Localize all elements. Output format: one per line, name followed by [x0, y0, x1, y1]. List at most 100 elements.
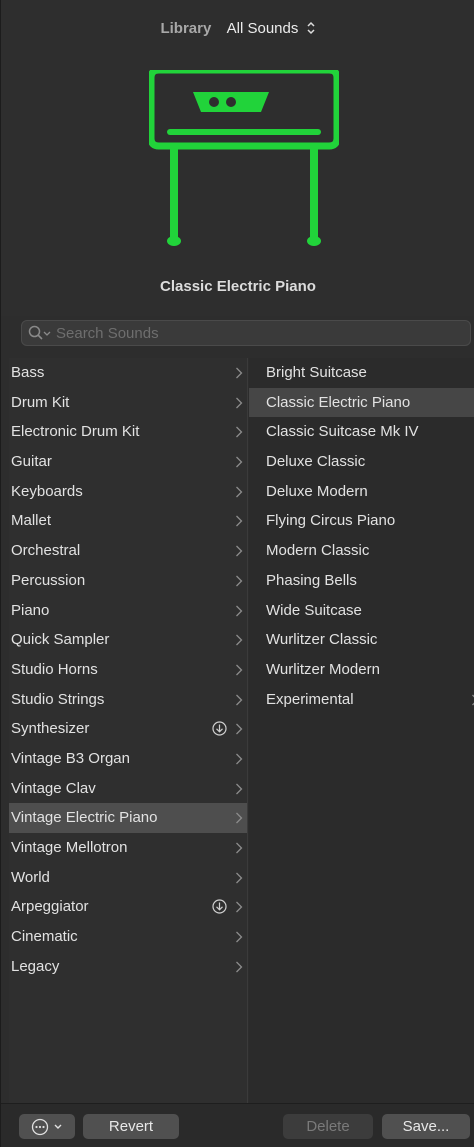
patch-label: Wide Suitcase — [266, 601, 362, 619]
category-item[interactable]: Studio Strings — [9, 685, 247, 715]
patch-item[interactable]: Classic Electric Piano — [249, 387, 474, 418]
category-column: Bass Drum Kit Electronic Drum Kit Guitar Key… — [9, 358, 248, 1103]
chevron-right-icon — [236, 545, 243, 557]
library-header: Library All Sounds Classic Electric Pian… — [1, 0, 474, 316]
chevron-down-icon — [54, 1124, 62, 1130]
patch-item[interactable]: Flying Circus Piano — [249, 506, 474, 536]
chevron-right-icon — [236, 812, 243, 824]
patch-label: Experimental — [266, 690, 354, 708]
category-label: Electronic Drum Kit — [11, 423, 140, 441]
current-patch-name: Classic Electric Piano — [160, 278, 316, 295]
category-item[interactable]: Bass — [9, 358, 247, 388]
chevron-right-icon — [236, 605, 243, 616]
category-item[interactable]: Vintage Electric Piano — [9, 803, 247, 833]
chevron-right-icon — [236, 723, 243, 735]
chevron-right-icon — [236, 515, 243, 527]
patch-label: Deluxe Classic — [266, 453, 366, 471]
save-button[interactable]: Save... — [382, 1114, 470, 1139]
patch-label: Wurlitzer Modern — [266, 660, 380, 678]
sound-browser: Bass Drum Kit Electronic Drum Kit Guitar Key… — [9, 358, 474, 1103]
patch-item[interactable]: Classic Suitcase Mk IV — [249, 417, 474, 447]
patch-column: Bright Suitcase Classic Electric Piano Cla… — [249, 358, 474, 1103]
download-icon[interactable] — [212, 721, 227, 736]
category-item[interactable]: Keyboards — [9, 477, 247, 507]
category-item[interactable]: Arpeggiator — [9, 892, 247, 922]
category-item[interactable]: Mallet — [9, 506, 247, 536]
chevron-right-icon — [236, 931, 243, 943]
library-popup[interactable]: All Sounds — [227, 20, 316, 37]
category-item[interactable]: World — [9, 863, 247, 893]
category-item[interactable]: Electronic Drum Kit — [9, 417, 247, 447]
chevron-right-icon — [236, 753, 243, 765]
category-item[interactable]: Synthesizer — [9, 714, 247, 744]
patch-item[interactable]: Phasing Bells — [249, 566, 474, 596]
category-item[interactable]: Studio Horns — [9, 655, 247, 685]
category-label: World — [11, 868, 50, 886]
up-down-chevron-icon — [307, 21, 315, 35]
search-input[interactable] — [56, 324, 436, 342]
patch-label: Phasing Bells — [266, 571, 357, 589]
patch-label: Bright Suitcase — [266, 364, 367, 381]
patch-label: Classic Suitcase Mk IV — [266, 423, 419, 441]
category-label: Guitar — [11, 453, 52, 471]
chevron-right-icon — [236, 426, 243, 438]
chevron-right-icon — [236, 397, 243, 409]
chevron-right-icon — [236, 575, 243, 587]
patch-item[interactable]: Bright Suitcase — [249, 358, 474, 388]
ellipsis-circle-icon — [31, 1118, 49, 1136]
category-item[interactable]: Guitar — [9, 447, 247, 477]
chevron-right-icon — [236, 486, 243, 498]
patch-label: Classic Electric Piano — [266, 393, 411, 411]
revert-button[interactable]: Revert — [83, 1114, 179, 1139]
category-label: Studio Horns — [11, 660, 98, 678]
chevron-right-icon — [236, 456, 243, 468]
category-label: Vintage Mellotron — [11, 839, 128, 856]
search-field[interactable] — [21, 320, 471, 346]
delete-button[interactable]: Delete — [283, 1114, 373, 1139]
category-item[interactable]: Vintage Mellotron — [9, 833, 247, 863]
chevron-right-icon — [236, 634, 243, 646]
category-label: Piano — [11, 601, 50, 619]
patch-item[interactable]: Wurlitzer Modern — [249, 655, 474, 685]
patch-item[interactable]: Modern Classic — [249, 536, 474, 566]
category-label: Arpeggiator — [11, 898, 89, 916]
category-label: Vintage Clav — [11, 779, 96, 797]
patch-item[interactable]: Deluxe Modern — [249, 477, 474, 507]
chevron-right-icon — [236, 961, 243, 973]
category-label: Studio Strings — [11, 690, 105, 708]
category-label: Bass — [11, 364, 45, 381]
category-item[interactable]: Piano — [9, 596, 247, 626]
library-panel: Library All Sounds Classic Electric Pian… — [0, 0, 474, 1147]
category-label: Legacy — [11, 957, 60, 975]
category-item[interactable]: Vintage Clav — [9, 774, 247, 804]
patch-folder-item[interactable]: Experimental — [249, 685, 474, 715]
patch-item[interactable]: Wurlitzer Classic — [249, 625, 474, 655]
chevron-right-icon — [236, 694, 243, 706]
library-label: Library — [160, 20, 212, 37]
patch-item[interactable]: Wide Suitcase — [249, 596, 474, 626]
category-label: Orchestral — [11, 542, 81, 560]
library-selection: All Sounds — [226, 20, 299, 37]
library-selector-row: Library All Sounds — [1, 20, 474, 37]
category-item[interactable]: Quick Sampler — [9, 625, 247, 655]
patch-item[interactable]: Deluxe Classic — [249, 447, 474, 477]
patch-label: Flying Circus Piano — [266, 512, 396, 530]
chevron-right-icon — [236, 842, 243, 854]
chevron-right-icon — [236, 664, 243, 676]
category-item[interactable]: Percussion — [9, 566, 247, 596]
chevron-right-icon — [236, 367, 243, 379]
electric-piano-icon — [149, 70, 339, 246]
category-item[interactable]: Orchestral — [9, 536, 247, 566]
category-label: Vintage B3 Organ — [11, 749, 130, 767]
category-label: Synthesizer — [11, 720, 90, 738]
category-item[interactable]: Cinematic — [9, 922, 247, 952]
category-label: Keyboards — [11, 482, 83, 500]
action-menu-button[interactable] — [19, 1114, 75, 1139]
chevron-right-icon — [236, 872, 243, 884]
category-item[interactable]: Legacy — [9, 952, 247, 982]
download-icon[interactable] — [212, 899, 227, 914]
category-item[interactable]: Vintage B3 Organ — [9, 744, 247, 774]
category-label: Quick Sampler — [11, 631, 110, 649]
patch-label: Wurlitzer Classic — [266, 631, 378, 649]
category-item[interactable]: Drum Kit — [9, 388, 247, 418]
